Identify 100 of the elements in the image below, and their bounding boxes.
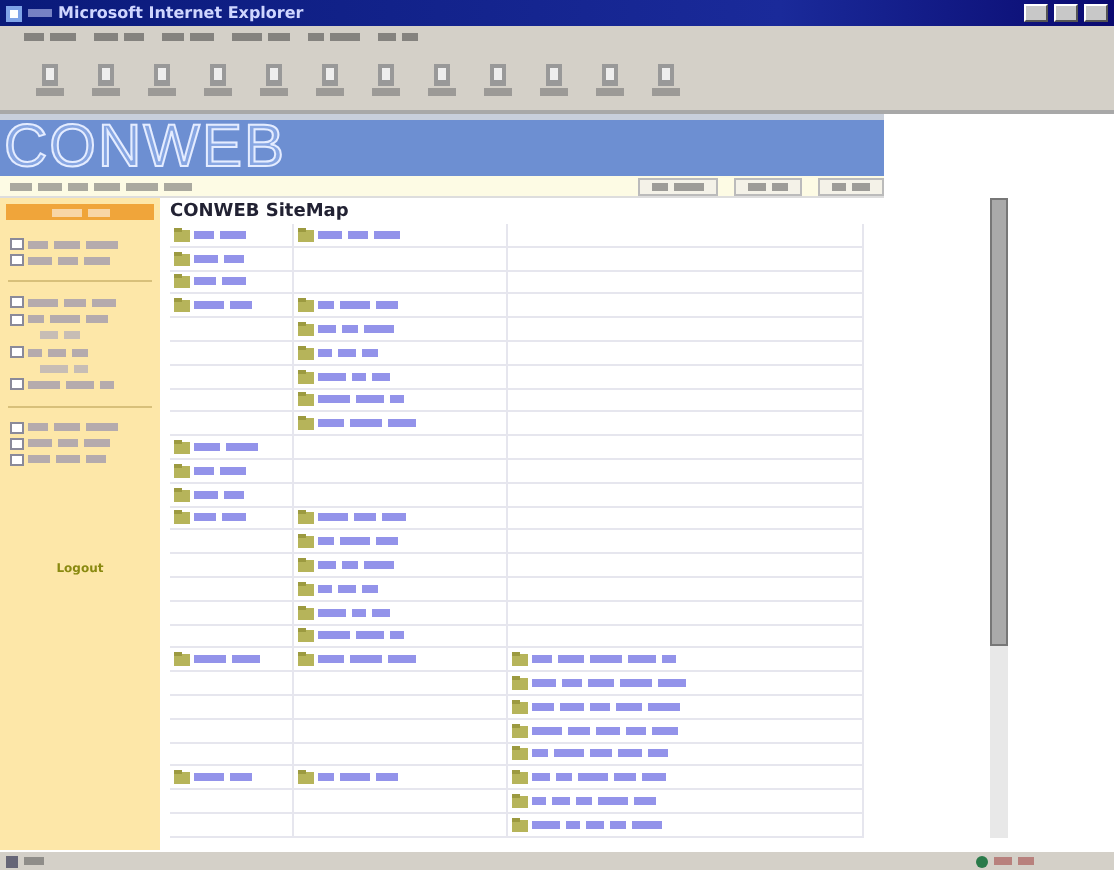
sidebar-link[interactable] [28, 379, 114, 390]
menu-item[interactable] [308, 32, 360, 42]
folder-icon [298, 652, 314, 667]
folder-icon [174, 227, 190, 242]
sidebar-link[interactable] [28, 454, 106, 465]
nav-button[interactable] [638, 177, 718, 195]
folder-icon [298, 227, 314, 242]
nav-button[interactable] [734, 177, 802, 195]
close-button[interactable] [1084, 4, 1108, 22]
toolbar-button[interactable] [260, 62, 288, 96]
sitemap-link[interactable] [532, 678, 686, 689]
toolbar-button[interactable] [372, 62, 400, 96]
sitemap-link[interactable] [194, 276, 246, 287]
sitemap-link[interactable] [318, 229, 400, 240]
folder-icon [298, 534, 314, 549]
menu-item[interactable] [94, 32, 144, 42]
sitemap-link[interactable] [318, 394, 404, 405]
zone-text [994, 856, 1034, 866]
sidebar-sublink[interactable] [40, 363, 88, 374]
menu-item[interactable] [24, 32, 76, 42]
folder-icon [512, 746, 528, 761]
sitemap-link[interactable] [532, 701, 680, 712]
page-icon [10, 378, 24, 391]
sidebar-link[interactable] [28, 422, 118, 433]
sitemap-link[interactable] [318, 560, 394, 571]
toolbar-button[interactable] [148, 62, 176, 96]
sitemap-link[interactable] [194, 512, 246, 523]
sitemap-link[interactable] [318, 347, 378, 358]
sitemap-link[interactable] [532, 796, 656, 807]
sitemap-link[interactable] [194, 300, 252, 311]
sitemap-link[interactable] [318, 607, 390, 618]
folder-icon [298, 416, 314, 431]
folder-icon [298, 628, 314, 643]
folder-icon [298, 605, 314, 620]
folder-icon [512, 770, 528, 785]
folder-icon [174, 274, 190, 289]
sitemap-link[interactable] [318, 772, 398, 783]
folder-icon [174, 440, 190, 455]
sitemap-link[interactable] [194, 489, 244, 500]
toolbar-icon [540, 62, 568, 96]
toolbar-button[interactable] [204, 62, 232, 96]
toolbar-icon [92, 62, 120, 96]
sidebar-sublink[interactable] [40, 330, 80, 341]
sitemap-link[interactable] [318, 324, 394, 335]
sitemap-link[interactable] [532, 772, 666, 783]
sitemap-link[interactable] [318, 583, 378, 594]
minimize-button[interactable] [1024, 4, 1048, 22]
folder-icon [174, 652, 190, 667]
sitemap-link[interactable] [532, 725, 678, 736]
scrollbar-thumb[interactable] [990, 198, 1008, 646]
toolbar-button[interactable] [652, 62, 680, 96]
sitemap-link[interactable] [194, 772, 252, 783]
menu-item[interactable] [162, 32, 214, 42]
folder-icon [512, 676, 528, 691]
folder-icon [298, 770, 314, 785]
sitemap-link[interactable] [194, 465, 246, 476]
sitemap-link[interactable] [318, 536, 398, 547]
folder-icon [298, 369, 314, 384]
sitemap-link[interactable] [194, 253, 244, 264]
sidebar-link[interactable] [28, 314, 108, 325]
sitemap-link[interactable] [318, 418, 416, 429]
maximize-button[interactable] [1054, 4, 1078, 22]
sitemap-link[interactable] [532, 819, 662, 830]
sitemap-link[interactable] [532, 654, 676, 665]
sidebar-link[interactable] [28, 255, 110, 266]
toolbar-button[interactable] [36, 62, 64, 96]
toolbar-icon [260, 62, 288, 96]
site-logo: CONWEB [4, 118, 286, 178]
globe-icon [976, 855, 988, 867]
folder-icon [512, 794, 528, 809]
sitemap-link[interactable] [194, 654, 260, 665]
sitemap-link[interactable] [318, 654, 416, 665]
folder-icon [298, 298, 314, 313]
sitemap-link[interactable] [318, 512, 406, 523]
toolbar-icon [36, 62, 64, 96]
toolbar-button[interactable] [92, 62, 120, 96]
sitemap-link[interactable] [318, 630, 404, 641]
folder-icon [174, 487, 190, 502]
menu-item[interactable] [378, 32, 418, 42]
toolbar-button[interactable] [596, 62, 624, 96]
sidebar-link[interactable] [28, 239, 118, 250]
sidebar-link[interactable] [28, 438, 110, 449]
menu-item[interactable] [232, 32, 290, 42]
folder-icon [174, 463, 190, 478]
folder-icon [174, 770, 190, 785]
sitemap-link[interactable] [194, 229, 246, 240]
blurred-text [28, 8, 52, 18]
nav-button[interactable] [818, 177, 884, 195]
toolbar-button[interactable] [484, 62, 512, 96]
toolbar-button[interactable] [540, 62, 568, 96]
folder-icon [512, 652, 528, 667]
sitemap-link[interactable] [194, 442, 258, 453]
sitemap-link[interactable] [532, 748, 668, 759]
toolbar-button[interactable] [316, 62, 344, 96]
sitemap-link[interactable] [318, 371, 390, 382]
sidebar-link[interactable] [28, 347, 88, 358]
sitemap-link[interactable] [318, 300, 398, 311]
sidebar-link[interactable] [28, 297, 116, 308]
folder-icon [174, 510, 190, 525]
toolbar-button[interactable] [428, 62, 456, 96]
